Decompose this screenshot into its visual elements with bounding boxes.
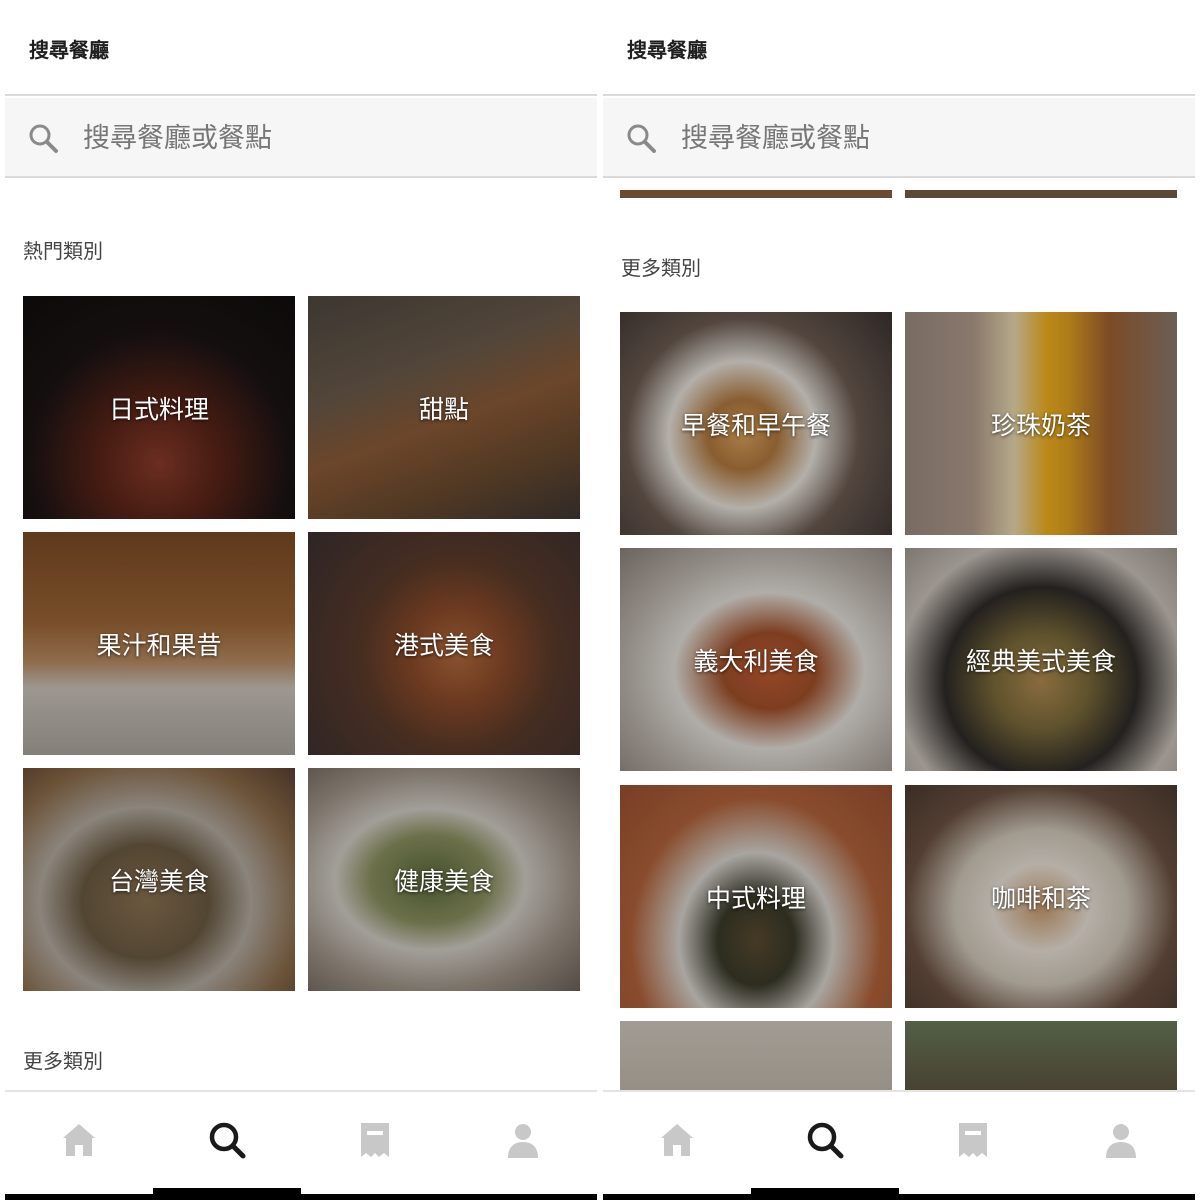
search-input[interactable] (83, 118, 563, 158)
search-bar[interactable] (5, 98, 597, 178)
scrolled-tile-edge (620, 190, 892, 198)
category-tile-dessert[interactable]: 甜點 (308, 296, 580, 519)
more-categories-heading: 更多類別 (23, 1049, 103, 1073)
nav-account[interactable] (1047, 1092, 1195, 1200)
home-icon (661, 1124, 693, 1156)
page-title: 搜尋餐廳 (29, 38, 109, 62)
category-label: 義大利美食 (693, 646, 819, 676)
receipt-icon (959, 1123, 987, 1157)
screen-edge (5, 1194, 597, 1200)
account-icon (1106, 1124, 1136, 1158)
home-icon (63, 1124, 95, 1156)
category-tile-bubble-tea[interactable]: 珍珠奶茶 (905, 312, 1177, 535)
search-icon (209, 1122, 246, 1159)
category-tile-chinese[interactable]: 中式料理 (620, 785, 892, 1008)
search-icon (627, 124, 656, 153)
more-categories-heading: 更多類別 (621, 256, 701, 280)
scrolled-tile-edge (905, 190, 1177, 198)
category-tile-italian[interactable]: 義大利美食 (620, 548, 892, 771)
category-tile-healthy[interactable]: 健康美食 (308, 768, 580, 991)
nav-search[interactable] (153, 1092, 301, 1200)
category-label: 港式美食 (393, 630, 494, 660)
page-title: 搜尋餐廳 (627, 38, 707, 62)
category-label: 咖啡和茶 (990, 883, 1091, 913)
account-icon (508, 1124, 538, 1158)
category-label: 甜點 (418, 394, 469, 424)
search-bar[interactable] (603, 98, 1195, 178)
bottom-nav (5, 1090, 597, 1200)
category-label: 經典美式美食 (965, 646, 1116, 676)
category-label: 健康美食 (393, 866, 494, 896)
nav-orders[interactable] (301, 1092, 449, 1200)
category-tile-hongkong[interactable]: 港式美食 (308, 532, 580, 755)
header: 搜尋餐廳 (5, 0, 597, 96)
screen-edge (603, 1194, 1195, 1200)
category-label: 珍珠奶茶 (990, 410, 1091, 440)
category-tile-taiwanese[interactable]: 台灣美食 (23, 768, 295, 991)
category-tile-juice[interactable]: 果汁和果昔 (23, 532, 295, 755)
bottom-nav (603, 1090, 1195, 1200)
category-label: 日式料理 (108, 394, 209, 424)
search-icon (807, 1122, 844, 1159)
category-tile-coffee[interactable]: 咖啡和茶 (905, 785, 1177, 1008)
nav-orders[interactable] (899, 1092, 1047, 1200)
search-screen-left: 搜尋餐廳 熱門類別 日式料理 甜點 果汁和果昔 港式美食 台灣美食 (5, 0, 597, 1200)
category-label: 台灣美食 (108, 866, 209, 896)
search-icon (29, 124, 58, 153)
search-screen-right: 搜尋餐廳 更多類別 早餐和早午餐 珍珠奶茶 義大利美食 經典美式美食 中式料理 (603, 0, 1195, 1200)
category-tile-american[interactable]: 經典美式美食 (905, 548, 1177, 771)
category-label: 果汁和果昔 (96, 630, 222, 660)
nav-home[interactable] (603, 1092, 751, 1200)
header: 搜尋餐廳 (603, 0, 1195, 96)
nav-home[interactable] (5, 1092, 153, 1200)
category-tile-japanese[interactable]: 日式料理 (23, 296, 295, 519)
search-input[interactable] (681, 118, 1161, 158)
receipt-icon (361, 1123, 389, 1157)
popular-categories-heading: 熱門類別 (23, 239, 103, 263)
nav-search[interactable] (751, 1092, 899, 1200)
category-label: 中式料理 (705, 883, 806, 913)
category-label: 早餐和早午餐 (680, 410, 831, 440)
nav-account[interactable] (449, 1092, 597, 1200)
category-tile-breakfast[interactable]: 早餐和早午餐 (620, 312, 892, 535)
